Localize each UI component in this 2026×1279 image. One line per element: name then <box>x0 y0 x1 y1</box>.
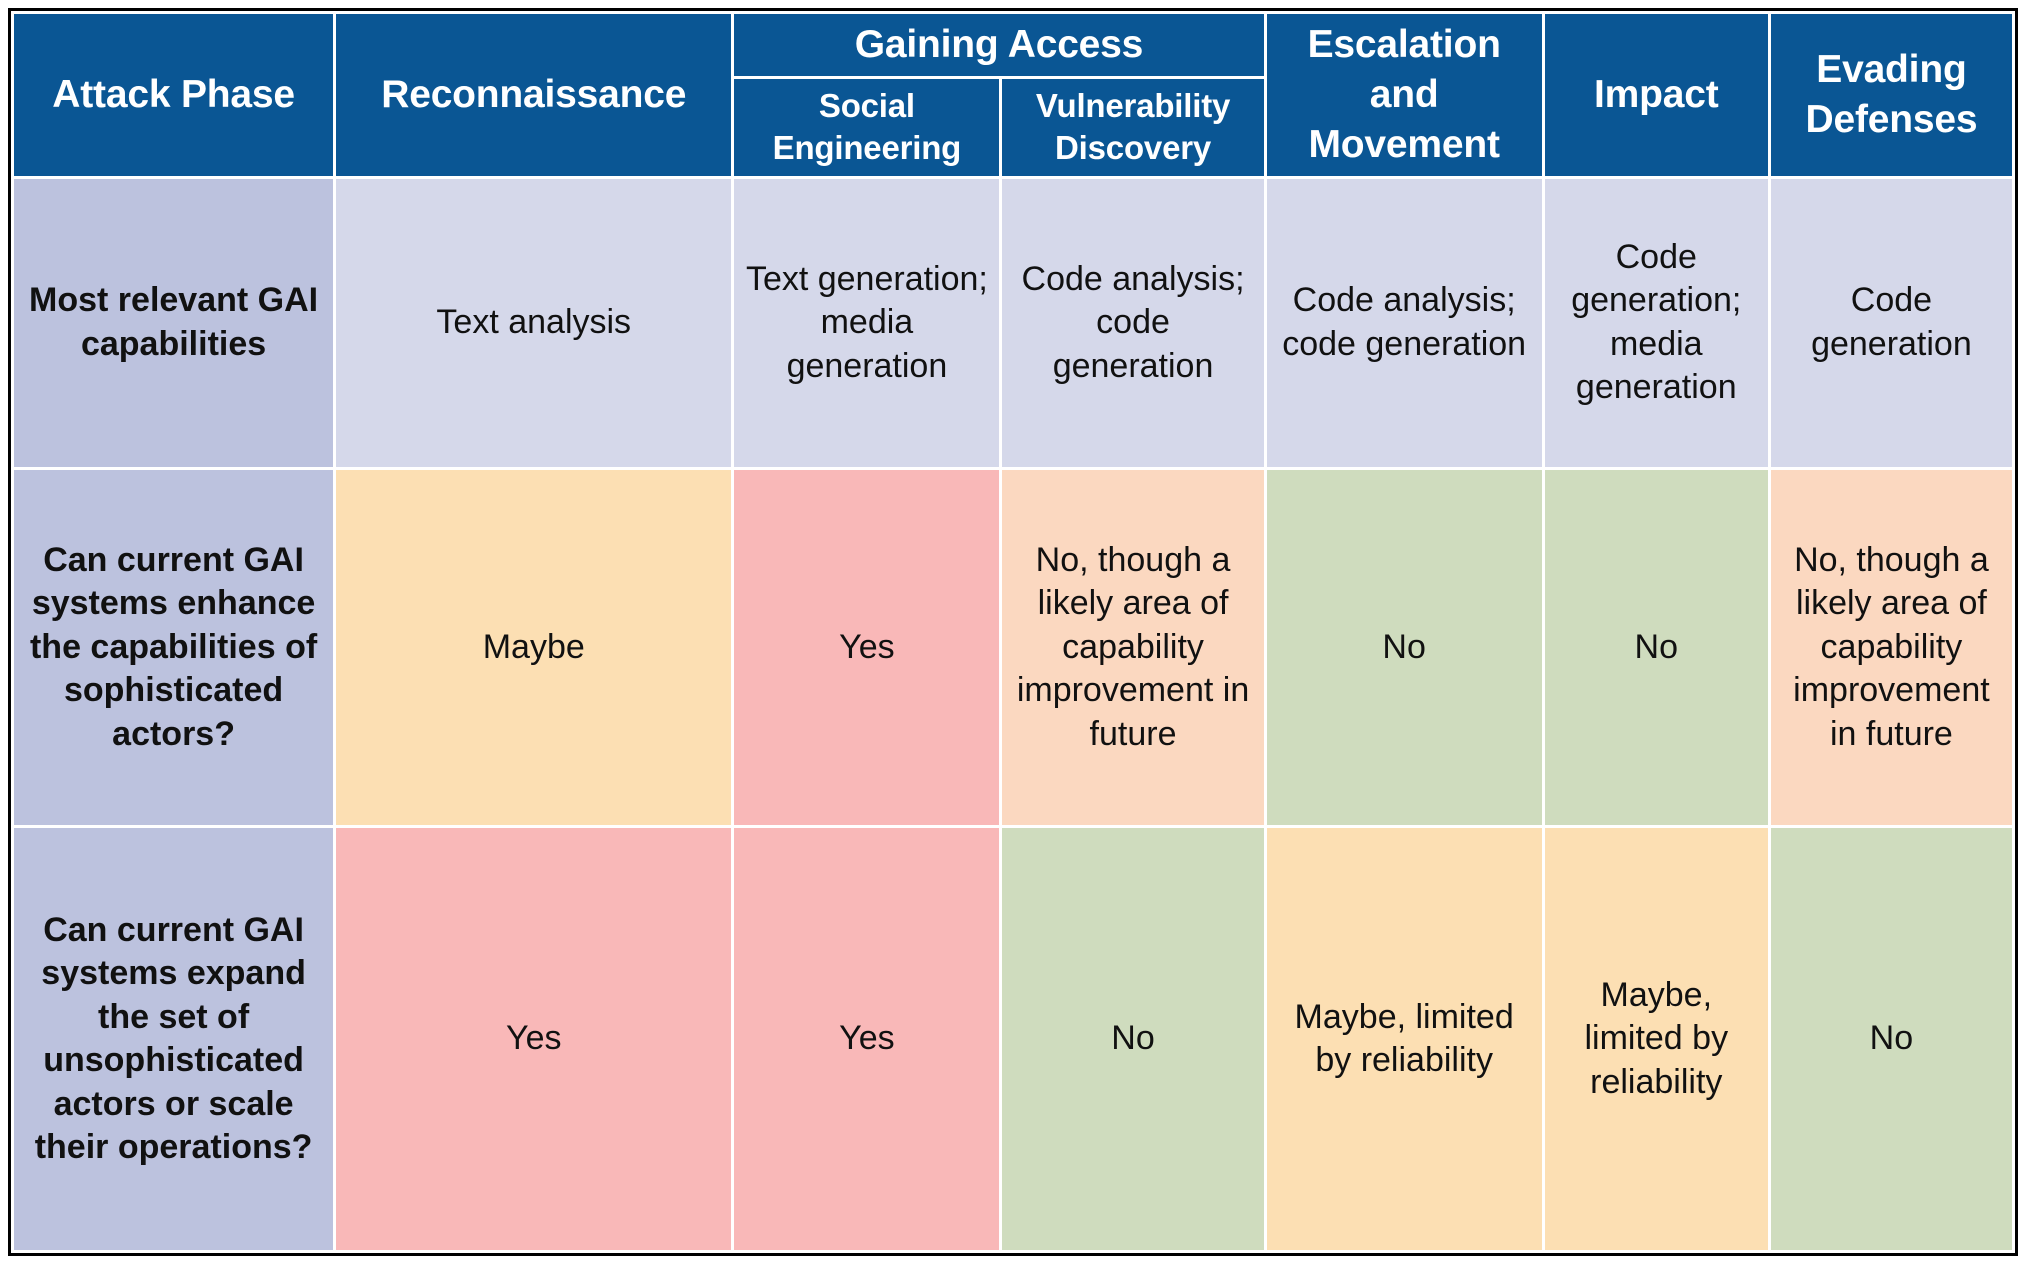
cell-expand-reconnaissance: Yes <box>333 825 735 1254</box>
cell-capabilities-reconnaissance: Text analysis <box>333 175 735 470</box>
table-row: Most relevant GAI capabilities Text anal… <box>10 175 2016 470</box>
cell-expand-evading-defenses: No <box>1767 825 2016 1254</box>
cell-enhance-escalation-and-movement: No <box>1263 466 1545 829</box>
header-row-top: Attack Phase Reconnaissance Gaining Acce… <box>10 10 2016 179</box>
cell-expand-escalation-and-movement: Maybe, limited by reliability <box>1263 825 1545 1254</box>
row-label-capabilities: Most relevant GAI capabilities <box>10 175 337 470</box>
table-body: Most relevant GAI capabilities Text anal… <box>10 175 2016 1254</box>
cell-capabilities-vulnerability-discovery: Code analysis; code generation <box>999 175 1267 470</box>
header-gaining-access-group: Gaining Access <box>731 10 1267 80</box>
header-evading-defenses: Evading Defenses <box>1767 11 2016 179</box>
cell-capabilities-evading-defenses: Code generation <box>1767 175 2016 470</box>
header-impact: Impact <box>1541 11 1771 179</box>
cell-enhance-social-engineering: Yes <box>731 466 1003 829</box>
cell-capabilities-impact: Code generation; media generation <box>1541 175 1771 470</box>
cell-enhance-evading-defenses: No, though a likely area of capability i… <box>1767 466 2016 829</box>
cell-expand-vulnerability-discovery: No <box>999 825 1267 1254</box>
matrix-grid: Attack Phase Reconnaissance Gaining Acce… <box>10 10 2016 1254</box>
table-row: Can current GAI systems enhance the capa… <box>10 466 2016 829</box>
table-row: Can current GAI systems expand the set o… <box>10 825 2016 1254</box>
cell-enhance-vulnerability-discovery: No, though a likely area of capability i… <box>999 466 1267 829</box>
attack-phase-matrix-table: Attack Phase Reconnaissance Gaining Acce… <box>8 8 2018 1256</box>
table-header: Attack Phase Reconnaissance Gaining Acce… <box>10 10 2016 179</box>
header-reconnaissance: Reconnaissance <box>333 11 735 179</box>
cell-capabilities-escalation-and-movement: Code analysis; code generation <box>1263 175 1545 470</box>
header-attack-phase: Attack Phase <box>10 11 337 179</box>
header-social-engineering: Social Engineering <box>731 76 1003 179</box>
row-label-expand-unsophisticated: Can current GAI systems expand the set o… <box>10 825 337 1254</box>
cell-expand-impact: Maybe, limited by reliability <box>1541 825 1771 1254</box>
header-vulnerability-discovery: Vulnerability Discovery <box>999 76 1267 179</box>
cell-expand-social-engineering: Yes <box>731 825 1003 1254</box>
row-label-enhance-sophisticated: Can current GAI systems enhance the capa… <box>10 466 337 829</box>
header-escalation-and-movement: Escalation and Movement <box>1263 11 1545 179</box>
cell-capabilities-social-engineering: Text generation; media generation <box>731 175 1003 470</box>
cell-enhance-impact: No <box>1541 466 1771 829</box>
cell-enhance-reconnaissance: Maybe <box>333 466 735 829</box>
